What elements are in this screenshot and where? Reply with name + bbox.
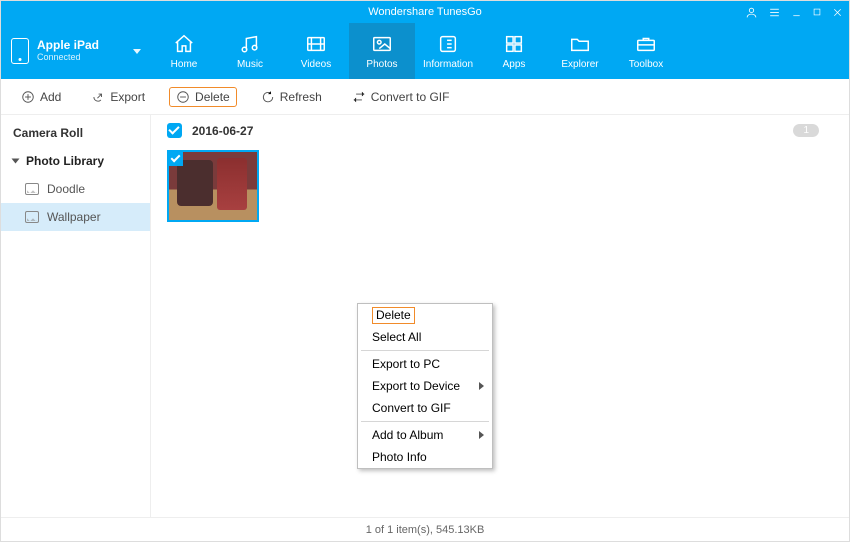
statusbar: 1 of 1 item(s), 545.13KB (1, 517, 849, 541)
tab-home[interactable]: Home (151, 23, 217, 79)
sidebar: Camera Roll Photo Library Doodle Wallpap… (1, 115, 151, 517)
status-text: 1 of 1 item(s), 545.13KB (366, 524, 485, 536)
context-menu: Delete Select All Export to PC Export to… (357, 303, 493, 469)
sidebar-label: Camera Roll (13, 126, 83, 140)
device-selector[interactable]: Apple iPad Connected (1, 23, 151, 79)
tab-videos[interactable]: Videos (283, 23, 349, 79)
convert-icon (352, 90, 366, 104)
add-label: Add (40, 90, 61, 104)
context-menu-export-device[interactable]: Export to Device (358, 375, 492, 397)
tab-label: Home (171, 59, 198, 70)
music-icon (238, 33, 262, 55)
app-window: Wondershare TunesGo Apple iPad (0, 0, 850, 542)
menu-icon[interactable] (768, 6, 781, 19)
device-icon (11, 38, 29, 64)
chevron-down-icon (133, 49, 141, 54)
cm-label: Select All (372, 330, 421, 344)
toolbox-icon (634, 33, 658, 55)
tab-label: Music (237, 59, 263, 70)
refresh-label: Refresh (280, 90, 322, 104)
main: Camera Roll Photo Library Doodle Wallpap… (1, 115, 849, 517)
group-count-badge: 1 (793, 124, 819, 137)
thumbnail-checkbox[interactable] (169, 152, 183, 166)
device-name: Apple iPad (37, 39, 99, 52)
context-menu-delete[interactable]: Delete (358, 304, 492, 326)
export-label: Export (110, 90, 145, 104)
app-title: Wondershare TunesGo (368, 6, 482, 18)
tab-photos[interactable]: Photos (349, 23, 415, 79)
tab-label: Photos (366, 59, 397, 70)
plus-icon (21, 90, 35, 104)
home-icon (172, 33, 196, 55)
tab-toolbox[interactable]: Toolbox (613, 23, 679, 79)
picture-icon (25, 211, 39, 223)
cm-label: Add to Album (372, 428, 443, 442)
tab-label: Toolbox (629, 59, 663, 70)
sidebar-item-photo-library[interactable]: Photo Library (1, 147, 150, 175)
cm-label: Export to PC (372, 357, 440, 371)
tab-explorer[interactable]: Explorer (547, 23, 613, 79)
photo-group-header: 2016-06-27 1 (151, 115, 849, 146)
header: Apple iPad Connected Home Music Videos P… (1, 23, 849, 79)
toolbar: Add Export Delete Refresh Convert to GIF (1, 79, 849, 115)
picture-icon (25, 183, 39, 195)
tab-label: Information (423, 59, 473, 70)
delete-label: Delete (195, 90, 230, 104)
export-icon (91, 90, 105, 104)
sidebar-item-doodle[interactable]: Doodle (1, 175, 150, 203)
sidebar-item-camera-roll[interactable]: Camera Roll (1, 119, 150, 147)
group-date: 2016-06-27 (192, 124, 253, 138)
sidebar-label: Wallpaper (47, 210, 101, 224)
chevron-down-icon (12, 159, 20, 164)
tab-information[interactable]: Information (415, 23, 481, 79)
content: 2016-06-27 1 Delete Select All Export to… (151, 115, 849, 517)
sidebar-label: Photo Library (26, 154, 104, 168)
context-menu-separator (361, 421, 489, 422)
photos-icon (370, 33, 394, 55)
user-icon[interactable] (745, 6, 758, 19)
add-button[interactable]: Add (15, 88, 67, 106)
cm-label: Convert to GIF (372, 401, 451, 415)
tab-music[interactable]: Music (217, 23, 283, 79)
cm-label: Photo Info (372, 450, 427, 464)
tab-label: Apps (503, 59, 526, 70)
export-button[interactable]: Export (85, 88, 151, 106)
tab-apps[interactable]: Apps (481, 23, 547, 79)
context-menu-export-pc[interactable]: Export to PC (358, 353, 492, 375)
close-button[interactable] (832, 7, 843, 18)
explorer-icon (568, 33, 592, 55)
context-menu-convert[interactable]: Convert to GIF (358, 397, 492, 419)
group-checkbox[interactable] (167, 123, 182, 138)
convert-button[interactable]: Convert to GIF (346, 88, 456, 106)
context-menu-select-all[interactable]: Select All (358, 326, 492, 348)
maximize-button[interactable] (812, 7, 822, 17)
delete-button[interactable]: Delete (169, 87, 237, 107)
context-menu-add-album[interactable]: Add to Album (358, 424, 492, 446)
cm-label: Export to Device (372, 379, 460, 393)
sidebar-label: Doodle (47, 182, 85, 196)
apps-icon (502, 33, 526, 55)
context-menu-photo-info[interactable]: Photo Info (358, 446, 492, 468)
thumbnail-grid (151, 146, 849, 226)
minimize-button[interactable] (791, 7, 802, 18)
titlebar: Wondershare TunesGo (1, 1, 849, 23)
information-icon (436, 33, 460, 55)
context-menu-separator (361, 350, 489, 351)
convert-label: Convert to GIF (371, 90, 450, 104)
tab-label: Explorer (561, 59, 598, 70)
photo-thumbnail[interactable] (167, 150, 259, 222)
videos-icon (304, 33, 328, 55)
device-text: Apple iPad Connected (37, 39, 99, 62)
refresh-button[interactable]: Refresh (255, 88, 328, 106)
tabs: Home Music Videos Photos Information App… (151, 23, 849, 79)
refresh-icon (261, 90, 275, 104)
sidebar-item-wallpaper[interactable]: Wallpaper (1, 203, 150, 231)
delete-icon (176, 90, 190, 104)
tab-label: Videos (301, 59, 331, 70)
device-status: Connected (37, 53, 99, 63)
cm-label: Delete (372, 307, 415, 324)
window-controls (745, 1, 843, 23)
